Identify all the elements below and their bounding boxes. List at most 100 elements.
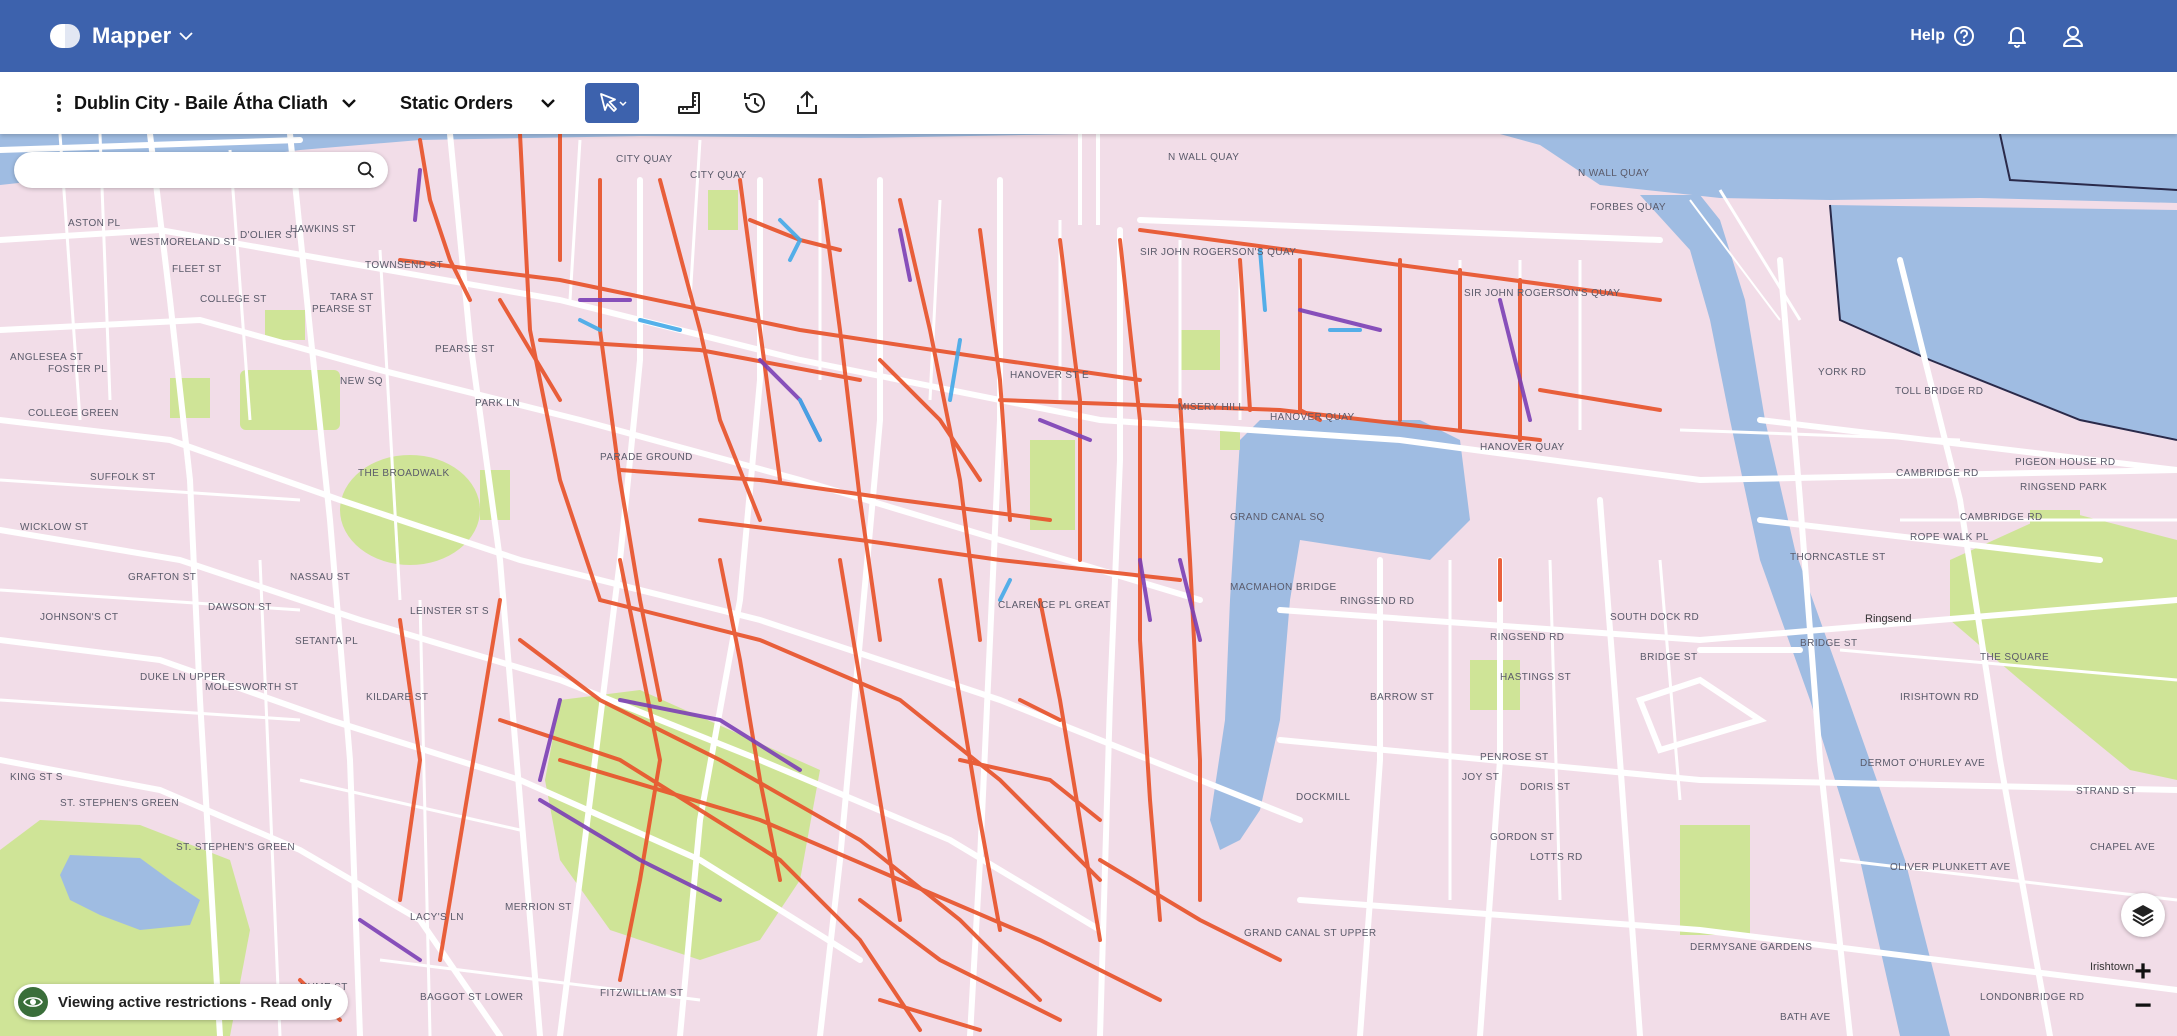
svg-text:RINGSEND RD: RINGSEND RD [1490, 632, 1564, 643]
help-label: Help [1910, 27, 1945, 44]
history-button[interactable] [735, 83, 775, 123]
map-toolbar: Dublin City - Baile Átha Cliath Static O… [0, 72, 2177, 134]
svg-text:DERMYSANE GARDENS: DERMYSANE GARDENS [1690, 942, 1812, 953]
svg-text:JOY ST: JOY ST [1462, 772, 1499, 783]
app-header: Mapper Help [0, 0, 2177, 72]
svg-text:ROPE WALK PL: ROPE WALK PL [1910, 532, 1989, 543]
svg-text:CHAPEL AVE: CHAPEL AVE [2090, 842, 2155, 853]
search-icon[interactable] [356, 160, 376, 180]
svg-text:FOSTER PL: FOSTER PL [48, 364, 107, 375]
svg-text:PEARSE ST: PEARSE ST [312, 304, 372, 315]
svg-text:LACY'S LN: LACY'S LN [410, 912, 464, 923]
svg-text:RINGSEND PARK: RINGSEND PARK [2020, 482, 2107, 493]
svg-text:THORNCASTLE ST: THORNCASTLE ST [1790, 552, 1886, 563]
svg-text:MACMAHON BRIDGE: MACMAHON BRIDGE [1230, 582, 1337, 593]
svg-text:TOLL BRIDGE RD: TOLL BRIDGE RD [1895, 386, 1983, 397]
svg-text:BRIDGE ST: BRIDGE ST [1640, 652, 1698, 663]
svg-text:CAMBRIDGE RD: CAMBRIDGE RD [1896, 468, 1979, 479]
svg-text:N WALL QUAY: N WALL QUAY [1578, 168, 1649, 179]
svg-text:OLIVER PLUNKETT AVE: OLIVER PLUNKETT AVE [1890, 862, 2011, 873]
svg-text:SUFFOLK ST: SUFFOLK ST [90, 472, 156, 483]
history-icon [744, 93, 765, 113]
svg-text:ANGLESEA ST: ANGLESEA ST [10, 352, 83, 363]
svg-text:THE SQUARE: THE SQUARE [1980, 652, 2049, 663]
svg-text:MERRION ST: MERRION ST [505, 902, 572, 913]
svg-text:LEINSTER ST S: LEINSTER ST S [410, 606, 489, 617]
svg-text:BAGGOT ST LOWER: BAGGOT ST LOWER [420, 992, 523, 1003]
svg-text:IRISHTOWN RD: IRISHTOWN RD [1900, 692, 1979, 703]
mapper-logo-icon [50, 24, 80, 48]
svg-text:HASTINGS ST: HASTINGS ST [1500, 672, 1571, 683]
svg-text:COLLEGE ST: COLLEGE ST [200, 294, 267, 305]
svg-text:MOLESWORTH ST: MOLESWORTH ST [205, 682, 298, 693]
orders-selector-label: Static Orders [400, 92, 514, 113]
svg-text:Ringsend: Ringsend [1865, 613, 1911, 625]
svg-text:TARA ST: TARA ST [330, 292, 374, 303]
svg-text:FITZWILLIAM ST: FITZWILLIAM ST [600, 988, 683, 999]
svg-text:PIGEON HOUSE RD: PIGEON HOUSE RD [2015, 457, 2115, 468]
svg-text:PARK LN: PARK LN [475, 398, 520, 409]
layers-button[interactable] [2121, 893, 2165, 937]
svg-text:ST. STEPHEN'S GREEN: ST. STEPHEN'S GREEN [60, 798, 179, 809]
svg-text:BARROW ST: BARROW ST [1370, 692, 1434, 703]
zoom-out-button[interactable]: − [2126, 989, 2160, 1023]
export-button[interactable] [787, 83, 827, 123]
svg-text:WESTMORELAND ST: WESTMORELAND ST [130, 237, 237, 248]
svg-text:HANOVER QUAY: HANOVER QUAY [1480, 442, 1565, 453]
svg-text:NASSAU ST: NASSAU ST [290, 572, 350, 583]
svg-text:CITY QUAY: CITY QUAY [616, 154, 673, 165]
east-basin [1830, 205, 2177, 440]
svg-text:NEW SQ: NEW SQ [340, 376, 383, 387]
svg-text:GRAND CANAL SQ: GRAND CANAL SQ [1230, 512, 1325, 523]
svg-text:RINGSEND RD: RINGSEND RD [1340, 596, 1414, 607]
help-icon [1954, 26, 1974, 46]
svg-text:CITY QUAY: CITY QUAY [690, 170, 747, 181]
orders-chevron-down-icon[interactable] [539, 94, 557, 112]
svg-text:JOHNSON'S CT: JOHNSON'S CT [40, 612, 118, 623]
zoom-in-button[interactable]: + [2126, 955, 2160, 989]
measure-tool-button[interactable] [669, 83, 709, 123]
select-tool-button[interactable] [585, 83, 640, 123]
chevron-down-icon [179, 32, 194, 41]
svg-text:PARADE GROUND: PARADE GROUND [600, 452, 693, 463]
svg-text:DORIS ST: DORIS ST [1520, 782, 1570, 793]
svg-text:LONDONBRIDGE RD: LONDONBRIDGE RD [1980, 992, 2084, 1003]
orders-selector[interactable]: Static Orders [400, 93, 513, 114]
svg-text:TOWNSEND ST: TOWNSEND ST [365, 260, 443, 271]
app-switcher[interactable]: Mapper [50, 23, 195, 49]
city-selector-label: Dublin City - Baile Átha Cliath [74, 92, 329, 113]
svg-text:GRAND CANAL ST UPPER: GRAND CANAL ST UPPER [1244, 928, 1376, 939]
map-canvas[interactable]: CITY QUAY N WALL QUAY N WALL QUAY SIR JO… [0, 134, 2177, 1036]
bell-icon[interactable] [2003, 22, 2031, 50]
search-input[interactable] [14, 152, 334, 188]
select-pointer-icon [600, 93, 627, 112]
svg-text:DERMOT O'HURLEY AVE: DERMOT O'HURLEY AVE [1860, 758, 1985, 769]
svg-text:SETANTA PL: SETANTA PL [295, 636, 358, 647]
svg-text:THE BROADWALK: THE BROADWALK [358, 468, 450, 479]
more-options-icon[interactable] [52, 91, 66, 115]
grand-canal-dock [1210, 420, 1470, 850]
svg-text:CAMBRIDGE RD: CAMBRIDGE RD [1960, 512, 2043, 523]
svg-text:KING ST S: KING ST S [10, 772, 63, 783]
svg-text:FLEET ST: FLEET ST [172, 264, 222, 275]
svg-text:YORK RD: YORK RD [1818, 367, 1866, 378]
zoom-controls: + − [2126, 955, 2160, 1025]
svg-text:DAWSON ST: DAWSON ST [208, 602, 272, 613]
map-svg: CITY QUAY N WALL QUAY N WALL QUAY SIR JO… [0, 134, 2177, 1036]
eye-icon [18, 987, 48, 1017]
status-text: Viewing active restrictions - Read only [58, 993, 332, 1011]
svg-text:WICKLOW ST: WICKLOW ST [20, 522, 88, 533]
city-selector[interactable]: Dublin City - Baile Átha Cliath [74, 93, 358, 114]
svg-text:HAWKINS ST: HAWKINS ST [290, 224, 356, 235]
svg-text:SOUTH DOCK RD: SOUTH DOCK RD [1610, 612, 1699, 623]
user-icon[interactable] [2059, 22, 2087, 50]
svg-text:COLLEGE GREEN: COLLEGE GREEN [28, 408, 119, 419]
svg-text:ASTON PL: ASTON PL [68, 218, 121, 229]
svg-text:SIR JOHN ROGERSON'S QUAY: SIR JOHN ROGERSON'S QUAY [1464, 288, 1620, 299]
svg-text:HANOVER ST E: HANOVER ST E [1010, 370, 1089, 381]
svg-text:GRAFTON ST: GRAFTON ST [128, 572, 196, 583]
svg-text:DUKE LN UPPER: DUKE LN UPPER [140, 672, 226, 683]
map-search [14, 152, 388, 188]
help-button[interactable]: Help [1910, 25, 1975, 47]
svg-text:KILDARE ST: KILDARE ST [366, 692, 428, 703]
